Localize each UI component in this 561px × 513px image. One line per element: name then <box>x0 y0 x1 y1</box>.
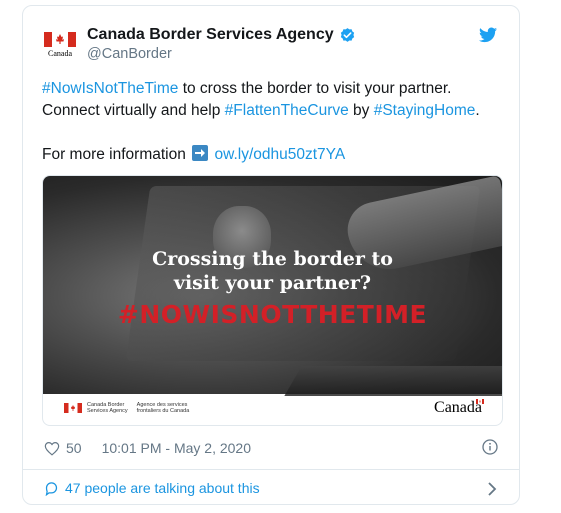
hashtag-staying-home[interactable]: #StayingHome <box>374 102 476 119</box>
speech-bubble-icon <box>45 481 58 496</box>
canada-flag-avatar[interactable]: Canada <box>44 32 76 58</box>
info-icon[interactable] <box>482 439 498 455</box>
canada-wordmark-text: Canada <box>434 399 482 416</box>
info-prefix: For more information <box>42 146 191 163</box>
tweet-text-segment: by <box>348 102 374 119</box>
cbsa-signature-logo: Canada Border Services Agency Agence des… <box>64 402 189 414</box>
agency-fr-line-2: frontaliers du Canada <box>136 408 190 414</box>
author-handle[interactable]: @CanBorder <box>87 46 172 62</box>
keyboard-shape <box>284 366 502 396</box>
media-hashtag: #NOWISNOTTHETIME <box>117 300 428 329</box>
tweet-meta: 50 10:01 PM - May 2, 2020 <box>44 440 251 456</box>
media-photo: Crossing the border to visit your partne… <box>43 176 502 396</box>
wordmark-flag-icon <box>476 399 484 404</box>
agency-name-en: Canada Border Services Agency <box>87 402 128 414</box>
tweet-text: #NowIsNotTheTime to cross the border to … <box>42 78 512 166</box>
chevron-right-icon[interactable] <box>487 482 497 496</box>
media-headline-line-2: visit your partner? <box>173 272 372 294</box>
hashtag-now-is-not-the-time[interactable]: #NowIsNotTheTime <box>42 80 178 97</box>
tweet-card: Canada Canada Border Services Agency @Ca… <box>22 5 520 505</box>
like-count[interactable]: 50 <box>66 440 82 456</box>
tweet-media-image[interactable]: Crossing the border to visit your partne… <box>42 175 503 426</box>
tweet-line-2: Connect virtually and help #FlattenTheCu… <box>42 100 512 122</box>
tweet-link[interactable]: ow.ly/odhu50zt7YA <box>214 146 345 163</box>
twitter-bird-icon[interactable] <box>479 27 497 43</box>
heart-icon[interactable] <box>44 441 60 456</box>
verified-badge-icon <box>340 27 354 42</box>
agency-name-fr: Agence des services frontaliers du Canad… <box>137 402 190 414</box>
avatar-caption: Canada <box>48 49 72 58</box>
tweet-text-segment: to cross the border to visit your partne… <box>178 80 452 97</box>
small-canada-flag-icon <box>64 403 82 413</box>
tweet-line-1: #NowIsNotTheTime to cross the border to … <box>42 78 512 100</box>
tweet-timestamp[interactable]: 10:01 PM - May 2, 2020 <box>102 440 251 456</box>
tweet-text-segment: . <box>475 102 480 119</box>
author-name-row[interactable]: Canada Border Services Agency <box>87 26 356 44</box>
tweet-line-3: For more information ow.ly/odhu50zt7YA <box>42 144 512 166</box>
tweet-text-segment: Connect virtually and help <box>42 102 225 119</box>
conversation-label[interactable]: 47 people are talking about this <box>65 480 260 496</box>
hashtag-flatten-the-curve[interactable]: #FlattenTheCurve <box>225 102 349 119</box>
conversation-divider <box>23 469 519 470</box>
author-name[interactable]: Canada Border Services Agency <box>87 26 334 44</box>
right-arrow-emoji-icon <box>192 145 209 161</box>
canada-wordmark: Canada <box>434 399 484 417</box>
media-headline: Crossing the border to visit your partne… <box>43 247 502 295</box>
conversation-link[interactable]: 47 people are talking about this <box>44 480 260 496</box>
agency-en-line-2: Services Agency <box>87 408 128 414</box>
media-headline-line-1: Crossing the border to <box>152 248 393 270</box>
